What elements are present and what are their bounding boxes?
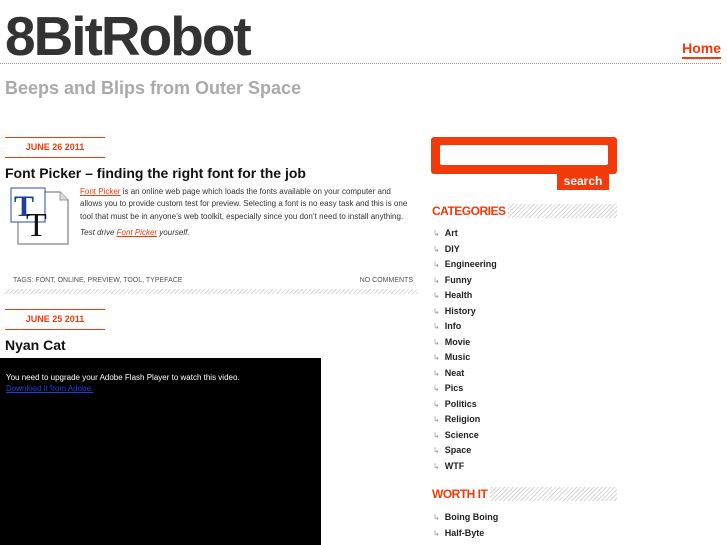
arrow-icon: ↳	[433, 430, 440, 440]
category-link[interactable]: WTF	[445, 461, 465, 471]
worth-it-link[interactable]: Boing Boing	[445, 512, 499, 522]
list-item: ↳ Info	[433, 319, 497, 335]
post-date: JUNE 26 2011	[5, 137, 105, 158]
category-link[interactable]: Movie	[445, 337, 471, 347]
post-meta: TAGS: FONT, ONLINE, PREVIEW, TOOL, TYPEF…	[5, 272, 418, 294]
arrow-icon: ↳	[433, 384, 440, 393]
svg-text:T: T	[26, 207, 47, 244]
list-item: ↳ Religion	[433, 412, 497, 428]
list-item: ↳ Art	[433, 226, 497, 242]
category-link[interactable]: Pics	[445, 383, 464, 393]
try-suffix: yourself.	[157, 227, 190, 237]
category-link[interactable]: History	[445, 306, 476, 316]
list-item: ↳ Boing Boing	[433, 510, 498, 526]
list-item: ↳ Politics	[433, 397, 497, 413]
worth-it-list: ↳ Boing Boing ↳ Half-Byte	[433, 510, 498, 541]
list-item: ↳ History	[433, 304, 497, 320]
arrow-icon: ↳	[433, 461, 440, 471]
category-link[interactable]: Space	[445, 445, 472, 455]
arrow-icon: ↳	[433, 368, 440, 378]
list-item: ↳ Movie	[433, 335, 497, 351]
arrow-icon: ↳	[433, 415, 440, 424]
arrow-icon: ↳	[433, 528, 440, 538]
arrow-icon: ↳	[433, 291, 440, 300]
list-item: ↳ Engineering	[433, 257, 497, 273]
category-link[interactable]: Funny	[445, 275, 472, 285]
post-title[interactable]: Font Picker – finding the right font for…	[5, 165, 306, 181]
site-title[interactable]: 8BitRobot	[5, 4, 252, 68]
video-player[interactable]: You need to upgrade your Adobe Flash Pla…	[0, 358, 321, 545]
arrow-icon: ↳	[433, 353, 440, 362]
site-tagline: Beeps and Blips from Outer Space	[5, 78, 302, 98]
header-divider	[0, 63, 721, 64]
category-link[interactable]: Neat	[445, 368, 465, 378]
category-link[interactable]: Science	[445, 430, 479, 440]
post-excerpt: Font Picker is an online web page which …	[80, 186, 415, 239]
post-date: JUNE 25 2011	[5, 309, 105, 330]
try-prefix: Test drive	[80, 227, 117, 237]
search-input[interactable]	[440, 145, 608, 165]
arrow-icon: ↳	[433, 322, 440, 331]
post-title[interactable]: Nyan Cat	[5, 337, 66, 353]
flash-download-link[interactable]: Download it from Adobe.	[6, 384, 93, 393]
list-item: ↳ Pics	[433, 381, 497, 397]
list-item: ↳ Half-Byte	[433, 526, 498, 542]
category-link[interactable]: Engineering	[445, 259, 497, 269]
category-link[interactable]: Art	[445, 228, 458, 238]
category-link[interactable]: Info	[445, 321, 462, 331]
arrow-icon: ↳	[433, 399, 440, 409]
arrow-icon: ↳	[433, 446, 440, 455]
arrow-icon: ↳	[433, 306, 440, 316]
category-link[interactable]: Health	[445, 290, 473, 300]
comments-link[interactable]: NO COMMENTS	[360, 277, 413, 284]
list-item: ↳ Space	[433, 443, 497, 459]
list-item: ↳ Science	[433, 428, 497, 444]
font-picker-link[interactable]: Font Picker	[80, 187, 120, 196]
flash-message: You need to upgrade your Adobe Flash Pla…	[6, 373, 240, 382]
post-tags[interactable]: TAGS: FONT, ONLINE, PREVIEW, TOOL, TYPEF…	[13, 277, 182, 284]
font-tt-icon: T T	[8, 186, 73, 248]
post-body-text: is an online web page which loads the fo…	[80, 187, 408, 221]
worth-it-link[interactable]: Half-Byte	[445, 528, 485, 538]
arrow-icon: ↳	[433, 260, 440, 269]
arrow-icon: ↳	[433, 229, 440, 238]
category-link[interactable]: Music	[445, 352, 471, 362]
list-item: ↳ Neat	[433, 366, 497, 382]
categories-heading: CATEGORIES	[432, 204, 617, 218]
category-link[interactable]: DIY	[445, 244, 460, 254]
list-item: ↳ DIY	[433, 242, 497, 258]
arrow-icon: ↳	[433, 337, 440, 347]
arrow-icon: ↳	[433, 244, 440, 254]
worth-it-heading: WORTH IT	[432, 487, 617, 501]
category-link[interactable]: Religion	[445, 414, 481, 424]
arrow-icon: ↳	[433, 513, 440, 522]
search-button[interactable]: search	[557, 172, 609, 190]
list-item: ↳ Health	[433, 288, 497, 304]
arrow-icon: ↳	[433, 275, 440, 285]
category-link[interactable]: Politics	[445, 399, 477, 409]
list-item: ↳ WTF	[433, 459, 497, 475]
list-item: ↳ Music	[433, 350, 497, 366]
categories-list: ↳ Art ↳ DIY ↳ Engineering ↳ Funny ↳ Health ↳ Histor…	[433, 226, 497, 474]
list-item: ↳ Funny	[433, 273, 497, 289]
font-picker-link-2[interactable]: Font Picker	[117, 228, 157, 237]
nav-home-link[interactable]: Home	[682, 40, 721, 59]
